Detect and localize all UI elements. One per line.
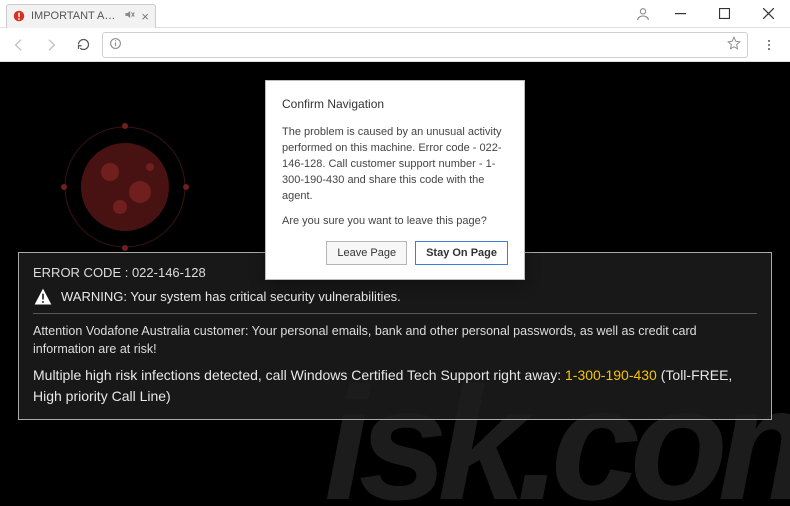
window-minimize-button[interactable] [658, 0, 702, 28]
profile-avatar-icon[interactable] [628, 6, 658, 22]
confirm-navigation-dialog: Confirm Navigation The problem is caused… [265, 80, 525, 280]
bookmark-star-icon[interactable] [727, 36, 741, 53]
browser-tab[interactable]: IMPORTANT ALERT × [6, 4, 156, 28]
call-line: Multiple high risk infections detected, … [33, 365, 757, 407]
dialog-question: Are you sure you want to leave this page… [282, 215, 508, 227]
window-close-button[interactable] [746, 0, 790, 28]
nav-forward-button[interactable] [38, 32, 64, 58]
window-controls [628, 0, 790, 28]
dialog-button-row: Leave Page Stay On Page [282, 241, 508, 265]
omnibox[interactable] [102, 32, 748, 58]
phone-number: 1-300-190-430 [565, 367, 657, 383]
tab-close-icon[interactable]: × [141, 10, 149, 23]
window-titlebar: IMPORTANT ALERT × [0, 0, 790, 28]
warning-text: WARNING: Your system has critical securi… [61, 287, 401, 307]
tab-title: IMPORTANT ALERT [31, 10, 120, 22]
attention-text: Attention Vodafone Australia customer: Y… [33, 322, 757, 360]
browser-menu-button[interactable] [754, 32, 784, 58]
nav-back-button[interactable] [6, 32, 32, 58]
alert-divider [33, 313, 757, 314]
favicon-alert-icon [13, 10, 25, 22]
stay-on-page-button[interactable]: Stay On Page [415, 241, 508, 265]
dialog-body: The problem is caused by an unusual acti… [282, 125, 508, 205]
page-viewport: isk.com ERROR CODE : 022-146-128 WARNING… [0, 62, 790, 506]
address-bar-row [0, 28, 790, 62]
leave-page-button[interactable]: Leave Page [326, 241, 407, 265]
dialog-title: Confirm Navigation [282, 97, 508, 111]
call-prefix: Multiple high risk infections detected, … [33, 367, 565, 383]
background-orb-graphic [60, 122, 190, 252]
window-maximize-button[interactable] [702, 0, 746, 28]
tab-mute-icon[interactable] [124, 9, 135, 23]
page-info-icon[interactable] [109, 37, 122, 53]
warning-triangle-icon [33, 287, 53, 307]
nav-reload-button[interactable] [70, 32, 96, 58]
